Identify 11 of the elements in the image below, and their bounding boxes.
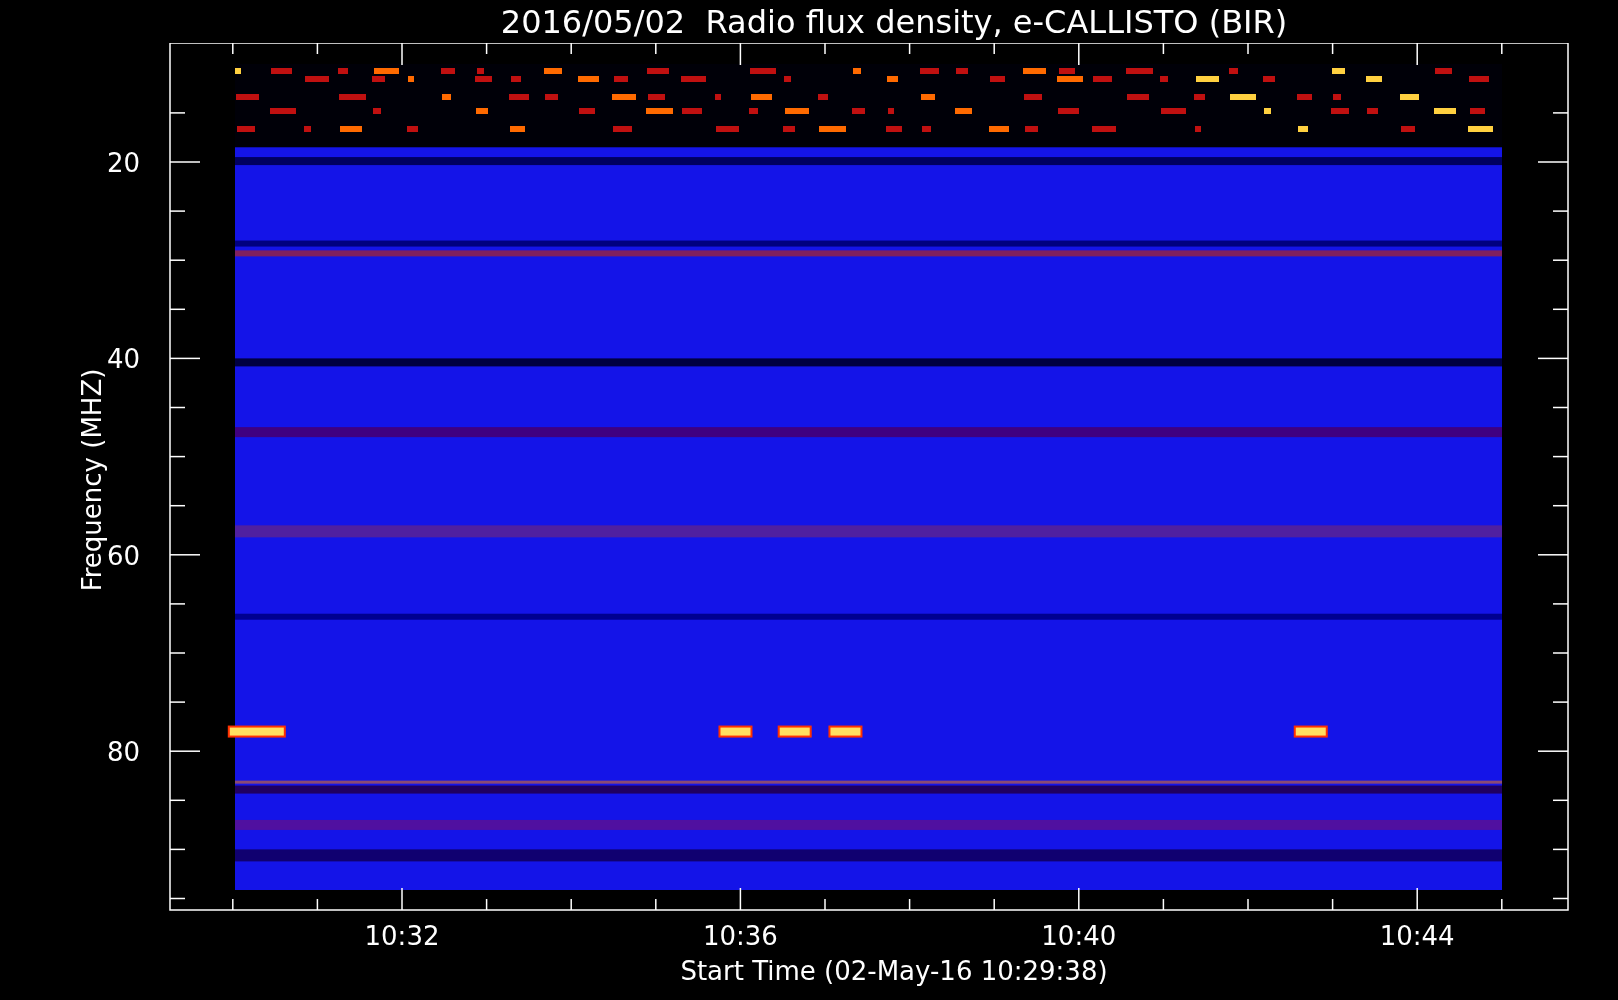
x-tick-label: 10:40 [1041,921,1117,951]
y-tick-label: 20 [106,148,140,178]
y-axis-title: Frequency (MHZ) [77,368,107,592]
plot-title: 2016/05/02 Radio flux density, e-CALLISTO (BIR) [500,5,1288,38]
y-tick-label: 60 [106,540,140,571]
x-tick-label: 10:36 [702,921,778,951]
x-axis-title: Start Time (02-May-16 10:29:38) [680,958,1108,984]
x-tick-label: 10:44 [1379,921,1455,951]
y-tick-label: 80 [106,737,140,768]
x-tick-label: 10:32 [364,921,440,951]
y-tick-label: 40 [106,344,140,375]
